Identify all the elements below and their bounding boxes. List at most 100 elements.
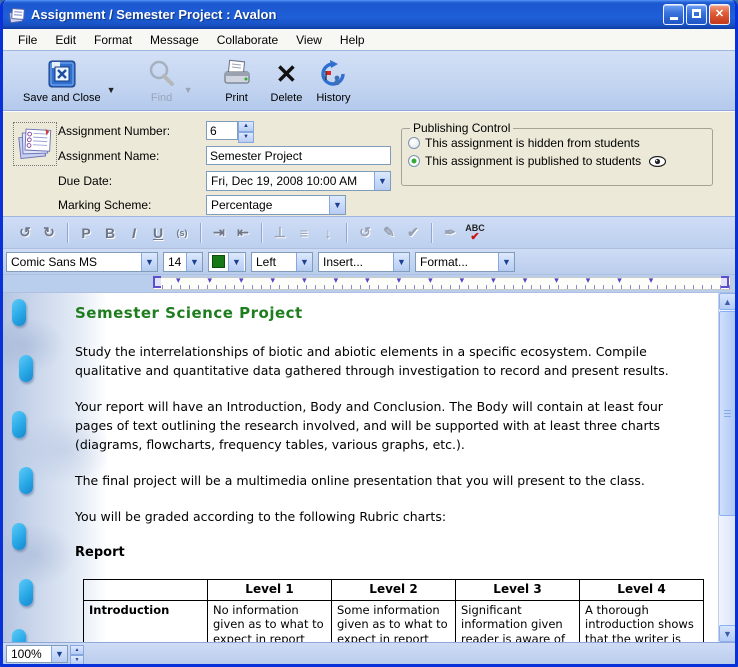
row-label-cell: Introduction (84, 600, 208, 642)
number-down-button[interactable]: ▼ (238, 132, 254, 143)
titlebar: Assignment / Semester Project : Avalon ✕ (3, 0, 735, 29)
table-cell: Some information given as to what to exp… (332, 600, 456, 642)
font-size-value: 14 (164, 255, 186, 269)
find-dropdown-arrow[interactable]: ▼ (184, 85, 193, 95)
move-down-icon[interactable]: ↓ (316, 225, 340, 241)
table-cell: A thorough introduction shows that the w… (580, 600, 704, 642)
approve-icon[interactable]: ✔ (401, 224, 425, 241)
paragraph: Study the interrelationships of biotic a… (75, 342, 693, 380)
menu-item-view[interactable]: View (287, 31, 331, 49)
maximize-button[interactable] (686, 4, 707, 25)
font-size-dropdown[interactable]: 14 ▼ (163, 252, 203, 272)
report-subheading: Report (75, 543, 693, 563)
redo-icon[interactable]: ↻ (37, 224, 61, 241)
color-swatch-icon (212, 255, 225, 268)
find-button[interactable]: Find (140, 55, 184, 106)
menu-item-collaborate[interactable]: Collaborate (208, 31, 287, 49)
plain-text-icon[interactable]: P (74, 225, 98, 241)
document-area: Semester Science Project Study the inter… (3, 293, 735, 642)
binding-hole (19, 579, 33, 606)
pen-icon[interactable]: ✎ (377, 224, 401, 241)
assignment-name-label: Assignment Name: (58, 149, 206, 163)
menu-item-edit[interactable]: Edit (46, 31, 85, 49)
binding-hole (19, 355, 33, 382)
print-button[interactable]: Print (215, 55, 259, 106)
window-title: Assignment / Semester Project : Avalon (31, 7, 661, 22)
marking-scheme-dropdown[interactable]: Percentage ▼ (206, 195, 346, 215)
chevron-down-icon: ▼ (374, 172, 390, 190)
save-icon (46, 57, 78, 91)
font-family-dropdown[interactable]: Comic Sans MS ▼ (6, 252, 158, 272)
history-button[interactable]: History (310, 55, 356, 106)
revert-icon[interactable]: ↺ (353, 224, 377, 241)
font-color-dropdown[interactable]: ▼ (208, 252, 246, 272)
format-dropdown[interactable]: Format... ▼ (415, 252, 515, 272)
right-margin-marker[interactable] (721, 276, 729, 288)
delete-label: Delete (271, 92, 303, 104)
radio-published-option[interactable]: This assignment is published to students (408, 154, 708, 168)
delete-button[interactable]: ✕ Delete (265, 55, 309, 106)
indent-decrease-icon[interactable]: ⇤ (231, 224, 255, 241)
zoom-down-button[interactable]: ▼ (70, 655, 84, 665)
radio-button-icon (408, 137, 420, 149)
hidden-option-label: This assignment is hidden from students (425, 136, 640, 150)
history-icon (317, 57, 349, 91)
vertical-scrollbar[interactable]: ▲ ▼ (718, 293, 735, 642)
italic-icon[interactable]: I (122, 225, 146, 241)
menu-item-file[interactable]: File (9, 31, 46, 49)
alignment-dropdown[interactable]: Left ▼ (251, 252, 313, 272)
eye-icon[interactable] (649, 156, 666, 167)
document-editor[interactable]: Semester Science Project Study the inter… (75, 293, 693, 642)
due-date-dropdown[interactable]: Fri, Dec 19, 2008 10:00 AM ▼ (206, 171, 391, 191)
strikethrough-icon[interactable]: (s) (170, 228, 194, 238)
spellcheck-icon[interactable]: ABC ✔ (462, 224, 488, 242)
ruler (3, 275, 735, 293)
signature-icon[interactable]: ✒ (438, 224, 462, 241)
table-header-cell: Level 1 (208, 579, 332, 600)
table-cell: No information given as to what to expec… (208, 600, 332, 642)
marking-scheme-value: Percentage (207, 198, 329, 212)
indent-increase-icon[interactable]: ⇥ (207, 224, 231, 241)
binding-hole (12, 411, 26, 438)
align-tab-icon[interactable]: ≡ (292, 225, 316, 241)
undo-icon[interactable]: ↺ (13, 224, 37, 241)
tab-stop-icon[interactable]: ⊥ (268, 224, 292, 241)
close-button[interactable]: ✕ (709, 4, 730, 25)
underline-icon[interactable]: U (146, 225, 170, 241)
assignment-name-input[interactable] (206, 146, 391, 165)
scroll-down-button[interactable]: ▼ (719, 625, 735, 642)
scroll-up-button[interactable]: ▲ (719, 293, 735, 310)
menubar: File Edit Format Message Collaborate Vie… (3, 29, 735, 51)
main-toolbar: Save and Close ▼ Find ▼ (3, 51, 735, 111)
chevron-down-icon: ▼ (393, 253, 409, 271)
chevron-down-icon: ▼ (186, 253, 202, 271)
app-window: Assignment / Semester Project : Avalon ✕… (0, 0, 738, 667)
left-margin-marker[interactable] (153, 276, 161, 288)
save-dropdown-arrow[interactable]: ▼ (107, 85, 116, 95)
binding-hole (12, 629, 26, 642)
zoom-dropdown[interactable]: 100% ▼ (6, 645, 68, 663)
assignment-number-input[interactable] (206, 121, 238, 140)
minimize-button[interactable] (663, 4, 684, 25)
menu-item-message[interactable]: Message (141, 31, 208, 49)
radio-hidden-option[interactable]: This assignment is hidden from students (408, 136, 708, 150)
radio-button-selected-icon (408, 155, 420, 167)
save-and-close-button[interactable]: Save and Close (17, 55, 107, 106)
zoom-stepper: ▲ ▼ (70, 645, 84, 663)
chevron-down-icon: ▼ (228, 253, 244, 271)
bold-icon[interactable]: B (98, 225, 122, 241)
table-header-cell: Level 3 (456, 579, 580, 600)
insert-dropdown[interactable]: Insert... ▼ (318, 252, 410, 272)
binding-hole (19, 467, 33, 494)
scrollbar-thumb[interactable] (719, 311, 735, 516)
number-up-button[interactable]: ▲ (238, 121, 254, 132)
menu-item-format[interactable]: Format (85, 31, 141, 49)
published-option-label: This assignment is published to students (425, 154, 641, 168)
binding-hole (12, 523, 26, 550)
publishing-control-title: Publishing Control (410, 121, 513, 135)
statusbar: 100% ▼ ▲ ▼ (3, 642, 735, 664)
menu-item-help[interactable]: Help (331, 31, 374, 49)
history-label: History (316, 92, 350, 104)
zoom-up-button[interactable]: ▲ (70, 645, 84, 655)
document-title: Semester Science Project (75, 302, 693, 325)
